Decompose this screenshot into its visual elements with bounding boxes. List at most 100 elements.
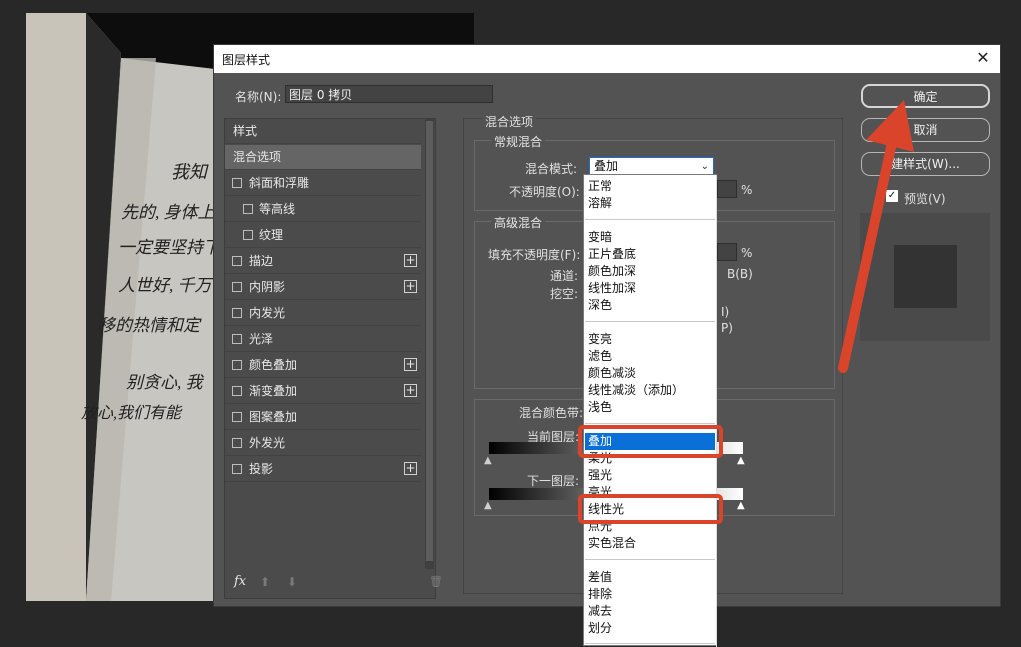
blend-option-hard-light[interactable]: 强光 (588, 467, 612, 484)
close-button[interactable]: ✕ (972, 47, 994, 69)
style-item-label: 图案叠加 (249, 410, 298, 424)
style-item-pattern-overlay[interactable]: 图案叠加 (225, 405, 421, 430)
this-layer-white-handle[interactable]: ▲ (737, 455, 745, 466)
add-color-overlay-icon[interactable]: + (404, 358, 417, 371)
drop-shadow-checkbox[interactable] (232, 464, 242, 474)
style-item-drop-shadow[interactable]: 投影 + (225, 457, 421, 482)
blend-option-dissolve[interactable]: 溶解 (588, 195, 612, 212)
trash-icon[interactable]: 🗑 (429, 575, 443, 588)
move-up-icon[interactable]: ⬆ (260, 575, 270, 589)
style-item-label: 颜色叠加 (249, 358, 298, 372)
name-input[interactable]: 图层 0 拷贝 (285, 85, 493, 103)
style-list: 样式 混合选项 斜面和浮雕 等高线 纹理 描边 + 内阴影 + 内发光 光泽 颜色叠… (224, 118, 443, 599)
new-style-button[interactable]: 建样式(W)... (861, 152, 990, 176)
style-item-bevel[interactable]: 斜面和浮雕 (225, 171, 421, 196)
preview-checkbox[interactable]: ✓ (886, 190, 898, 202)
style-list-header-label: 样式 (233, 124, 258, 138)
bevel-checkbox[interactable] (232, 178, 242, 188)
add-stroke-icon[interactable]: + (404, 254, 417, 267)
fx-icon[interactable]: fx (234, 574, 246, 589)
add-gradient-overlay-icon[interactable]: + (404, 384, 417, 397)
dropdown-separator (585, 643, 715, 644)
dropdown-separator (585, 321, 715, 322)
inner-shadow-checkbox[interactable] (232, 282, 242, 292)
blend-option-lighter-color[interactable]: 浅色 (588, 399, 612, 416)
blend-option-exclusion[interactable]: 排除 (588, 586, 612, 603)
blend-option-darker-color[interactable]: 深色 (588, 297, 612, 314)
style-item-label: 等高线 (259, 202, 296, 216)
blend-option-divide[interactable]: 划分 (588, 620, 612, 637)
photo-line-6: 别贪心, 我 (126, 373, 204, 392)
style-item-label: 光泽 (249, 332, 274, 346)
scrollbar-thumb[interactable] (426, 121, 433, 561)
blend-option-screen[interactable]: 滤色 (588, 348, 612, 365)
blend-mode-dropdown: 正常 溶解 变暗 正片叠底 颜色加深 线性加深 深色 变亮 滤色 颜色减淡 线性… (583, 174, 717, 647)
blend-option-lighten[interactable]: 变亮 (588, 331, 612, 348)
style-item-label: 内发光 (249, 306, 286, 320)
style-item-label: 描边 (249, 254, 274, 268)
style-item-label: 混合选项 (233, 150, 282, 164)
underlying-layer-label: 下一图层: (527, 474, 580, 488)
name-label: 名称(N): (235, 90, 282, 104)
blend-mode-label: 混合模式: (525, 162, 578, 176)
this-layer-black-handle[interactable]: ▲ (484, 455, 492, 466)
style-item-label: 投影 (249, 462, 274, 476)
option-i-label[interactable]: I) (721, 305, 729, 319)
blend-option-multiply[interactable]: 正片叠底 (588, 246, 636, 263)
fill-opacity-label: 填充不透明度(F): (488, 248, 581, 262)
style-item-outer-glow[interactable]: 外发光 (225, 431, 421, 456)
texture-checkbox[interactable] (243, 230, 253, 240)
style-item-label: 渐变叠加 (249, 384, 298, 398)
dropdown-scrollbar[interactable] (716, 175, 717, 647)
add-inner-shadow-icon[interactable]: + (404, 280, 417, 293)
blend-option-linear-burn[interactable]: 线性加深 (588, 280, 636, 297)
blend-options-title: 混合选项 (482, 113, 537, 130)
style-item-satin[interactable]: 光泽 (225, 327, 421, 352)
blend-option-color-dodge[interactable]: 颜色减淡 (588, 365, 636, 382)
blend-option-linear-dodge[interactable]: 线性减淡（添加） (588, 382, 684, 399)
style-item-inner-glow[interactable]: 内发光 (225, 301, 421, 326)
channels-label: 通道: (550, 269, 579, 283)
blend-option-color-burn[interactable]: 颜色加深 (588, 263, 636, 280)
linear-light-highlight-box (578, 494, 723, 524)
underlying-black-handle[interactable]: ▲ (484, 500, 492, 511)
color-overlay-checkbox[interactable] (232, 360, 242, 370)
style-item-gradient-overlay[interactable]: 渐变叠加 + (225, 379, 421, 404)
dialog-titlebar[interactable]: 图层样式 ✕ (214, 45, 1000, 73)
photo-line-5: 移的热情和定 (98, 316, 202, 335)
blend-option-darken[interactable]: 变暗 (588, 229, 612, 246)
opacity-input[interactable] (717, 180, 737, 198)
overlay-highlight-box (578, 425, 723, 458)
satin-checkbox[interactable] (232, 334, 242, 344)
style-item-texture[interactable]: 纹理 (225, 223, 421, 248)
dropdown-separator (585, 559, 715, 560)
outer-glow-checkbox[interactable] (232, 438, 242, 448)
knockout-label: 挖空: (550, 287, 579, 301)
pattern-overlay-checkbox[interactable] (232, 412, 242, 422)
style-item-inner-shadow[interactable]: 内阴影 + (225, 275, 421, 300)
dropdown-separator (585, 423, 715, 424)
style-item-color-overlay[interactable]: 颜色叠加 + (225, 353, 421, 378)
blend-option-normal[interactable]: 正常 (588, 178, 612, 195)
fill-opacity-input[interactable] (717, 243, 737, 261)
option-p-label[interactable]: P) (721, 321, 733, 335)
contour-checkbox[interactable] (243, 204, 253, 214)
blend-option-difference[interactable]: 差值 (588, 569, 612, 586)
cancel-button[interactable]: 取消 (861, 118, 990, 142)
style-list-scrollbar[interactable] (425, 119, 434, 569)
advanced-blending-title: 高级混合 (491, 214, 546, 231)
style-item-stroke[interactable]: 描边 + (225, 249, 421, 274)
ok-button[interactable]: 确定 (861, 84, 990, 108)
move-down-icon[interactable]: ⬇ (287, 575, 297, 589)
style-item-contour[interactable]: 等高线 (225, 197, 421, 222)
stroke-checkbox[interactable] (232, 256, 242, 266)
inner-glow-checkbox[interactable] (232, 308, 242, 318)
underlying-white-handle[interactable]: ▲ (737, 500, 745, 511)
style-item-blend-options[interactable]: 混合选项 (225, 145, 421, 170)
add-drop-shadow-icon[interactable]: + (404, 462, 417, 475)
blend-option-hard-mix[interactable]: 实色混合 (588, 535, 636, 552)
style-item-label: 外发光 (249, 436, 286, 450)
channel-b-checkbox-label[interactable]: B(B) (727, 267, 753, 281)
gradient-overlay-checkbox[interactable] (232, 386, 242, 396)
blend-option-subtract[interactable]: 减去 (588, 603, 612, 620)
